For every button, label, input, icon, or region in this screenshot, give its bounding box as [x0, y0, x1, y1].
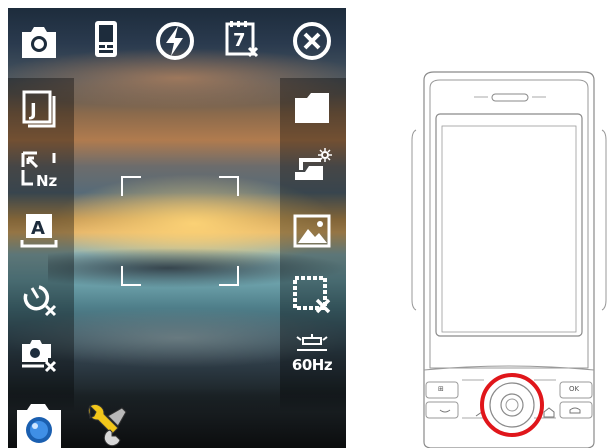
screenshot: 7 J Nz A 60Hz ⊞ OK — [0, 0, 611, 448]
review-off-icon[interactable] — [18, 334, 60, 376]
device-diagram: ⊞ OK — [404, 70, 611, 448]
scene-icon[interactable]: A — [18, 210, 60, 252]
auto-mode-icon[interactable] — [291, 210, 333, 252]
svg-text:A: A — [31, 218, 45, 239]
device-outline — [411, 71, 607, 448]
camera-viewfinder: 7 J Nz A 60Hz — [8, 8, 346, 448]
self-timer-icon[interactable]: 7 — [221, 18, 263, 60]
ok-key-label: OK — [569, 385, 580, 393]
no-frame-icon[interactable] — [291, 274, 333, 316]
shutter-button-icon[interactable] — [14, 400, 64, 448]
capture-format-icon[interactable]: J — [18, 88, 60, 130]
close-icon[interactable] — [291, 20, 333, 62]
timer-off-icon[interactable] — [18, 278, 60, 320]
settings-wrench-icon[interactable] — [80, 400, 128, 448]
device-icon[interactable] — [85, 18, 127, 60]
brightness-icon[interactable] — [291, 146, 333, 188]
flicker-adjust-icon[interactable]: 60Hz — [291, 334, 333, 376]
svg-text:7: 7 — [233, 30, 246, 51]
zoom-icon[interactable]: Nz — [18, 148, 60, 190]
svg-text:J: J — [28, 100, 37, 121]
start-key-label: ⊞ — [438, 385, 444, 393]
folder-icon[interactable] — [291, 86, 333, 128]
camera-mode-icon[interactable] — [18, 20, 60, 62]
flicker-frequency-label: 60Hz — [291, 356, 333, 374]
svg-text:Nz: Nz — [36, 172, 58, 190]
focus-frame — [121, 176, 239, 286]
flash-icon[interactable] — [154, 20, 196, 62]
